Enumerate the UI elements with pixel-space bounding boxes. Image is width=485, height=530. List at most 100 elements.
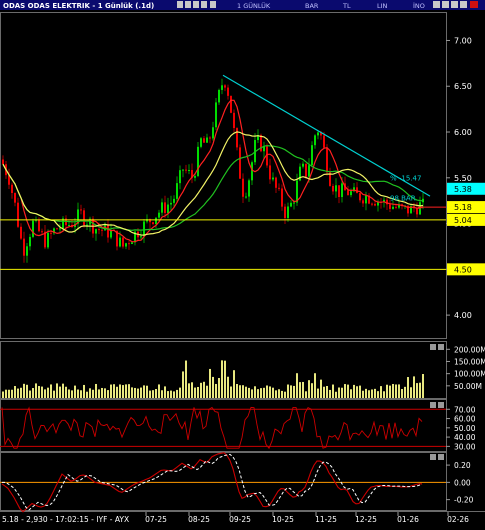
candle-body: [395, 206, 397, 208]
price-axis-label: 7.00: [454, 36, 472, 45]
candle-body: [206, 137, 208, 143]
volume-bar: [65, 386, 67, 398]
toolbar-button-indicator[interactable]: İNO: [413, 1, 425, 10]
volume-bar: [245, 386, 247, 398]
volume-bar: [374, 388, 376, 398]
volume-bar: [98, 389, 100, 398]
volume-bar: [407, 377, 409, 398]
candle-body: [251, 162, 253, 181]
volume-bar: [41, 386, 43, 398]
volume-bar: [371, 389, 373, 398]
volume-bar: [23, 383, 25, 398]
candle-body: [164, 202, 166, 214]
volume-bar: [26, 384, 28, 398]
volume-bar: [194, 387, 196, 398]
volume-bar: [50, 384, 52, 398]
volume-bar: [344, 384, 346, 398]
trendline-percent-label: % -15.47: [390, 175, 421, 183]
volume-bar: [350, 389, 352, 398]
volume-bar: [335, 391, 337, 398]
volume-bar: [182, 371, 184, 398]
volume-bar: [314, 373, 316, 398]
candle-body: [233, 112, 235, 129]
volume-bar: [116, 386, 118, 398]
volume-bar: [185, 360, 187, 398]
candle-body: [326, 147, 328, 173]
volume-bar: [398, 384, 400, 398]
candle-body: [209, 137, 211, 139]
toolbar-button-currency[interactable]: TL: [342, 2, 351, 10]
volume-bar: [179, 387, 181, 398]
volume-bar: [389, 385, 391, 398]
candle-body: [269, 165, 271, 180]
candle-body: [302, 163, 304, 167]
volume-bar: [113, 384, 115, 398]
volume-bar: [395, 384, 397, 398]
volume-bar: [293, 385, 295, 398]
candle-body: [11, 184, 13, 193]
chart-canvas[interactable]: ODAS ODAS ELEKTRIK - 1 Günlük (.1d) 1 GÜ…: [0, 0, 485, 530]
volume-bar: [404, 386, 406, 398]
volume-bar: [104, 388, 106, 398]
volume-bar: [176, 389, 178, 398]
volume-bar: [20, 387, 22, 398]
volume-bar: [2, 391, 4, 398]
candle-body: [203, 138, 205, 143]
candle-body: [158, 212, 160, 218]
volume-bar: [323, 386, 325, 398]
volume-bar: [269, 386, 271, 398]
volume-bar: [377, 391, 379, 398]
price-tag-label: 5.38: [454, 185, 472, 194]
volume-bar: [401, 389, 403, 398]
toolbar-label-scale: LIN: [377, 2, 388, 10]
volume-bar: [188, 383, 190, 398]
toolbar-button-bar[interactable]: BAR: [305, 2, 319, 10]
volume-bar: [59, 386, 61, 398]
candle-body: [182, 169, 184, 171]
candle-body: [371, 203, 373, 205]
macd-axis-label: 0.00: [454, 478, 471, 487]
volume-bar: [308, 380, 310, 398]
candle-body: [128, 243, 130, 245]
candle-body: [416, 208, 418, 215]
volume-bar: [137, 388, 139, 398]
volume-bar: [101, 387, 103, 398]
candle-body: [317, 132, 319, 136]
volume-bar: [95, 383, 97, 398]
x-axis-label: 01-26: [397, 515, 419, 524]
volume-bar: [299, 382, 301, 398]
volume-bar: [287, 384, 289, 398]
candle-body: [155, 217, 157, 225]
candle-body: [185, 169, 187, 171]
volume-bar: [32, 388, 34, 398]
candle-body: [323, 135, 325, 148]
candle-body: [131, 242, 133, 245]
volume-bar: [8, 389, 10, 398]
volume-bar: [206, 385, 208, 398]
candle-body: [293, 202, 295, 204]
volume-bar: [74, 385, 76, 398]
volume-bar: [140, 387, 142, 398]
volume-bar: [329, 389, 331, 398]
volume-bar: [92, 389, 94, 398]
volume-bar: [44, 389, 46, 398]
window-controls[interactable]: [433, 1, 478, 8]
toolbar-label-period: 1 GÜNLÜK: [237, 1, 271, 10]
price-axis-label: 4.00: [454, 311, 472, 320]
volume-bar: [278, 389, 280, 398]
volume-bar: [242, 385, 244, 398]
volume-bar: [17, 388, 19, 398]
candle-body: [167, 204, 169, 214]
candle-body: [140, 236, 142, 238]
volume-bar: [311, 383, 313, 398]
volume-bar: [332, 384, 334, 398]
toolbar-button-scale[interactable]: LIN: [377, 2, 388, 10]
volume-bar: [38, 386, 40, 398]
candle-body: [122, 237, 124, 247]
candle-body: [179, 170, 181, 184]
candle-body: [161, 202, 163, 213]
candle-body: [227, 87, 229, 96]
candle-body: [188, 169, 190, 171]
volume-bar: [380, 386, 382, 398]
volume-bar: [416, 383, 418, 398]
